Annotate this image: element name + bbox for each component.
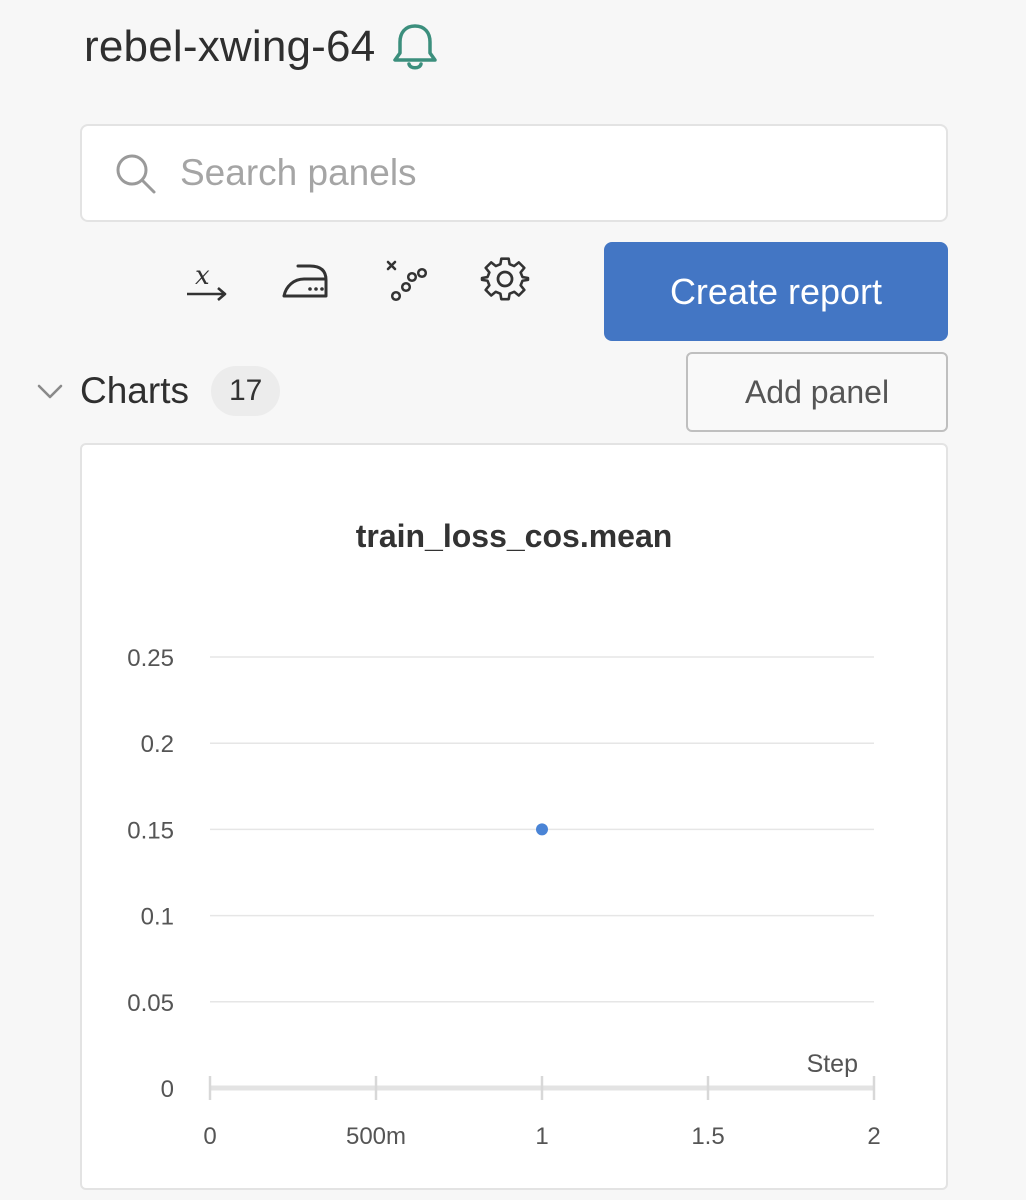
y-tick-label: 0.05 [127, 990, 174, 1017]
run-header: rebel-xwing-64 [84, 20, 441, 74]
add-panel-button[interactable]: Add panel [686, 352, 948, 432]
search-input[interactable] [180, 146, 920, 200]
create-report-button[interactable]: Create report [604, 242, 948, 341]
x-tick-label: 2 [867, 1123, 880, 1150]
y-tick-label: 0.25 [127, 645, 174, 672]
charts-section-header[interactable]: Charts 17 [34, 366, 281, 416]
outlier-scatter-icon[interactable] [380, 256, 430, 306]
panel-count-badge: 17 [210, 366, 281, 416]
search-box [80, 124, 948, 222]
y-tick-label: 0 [161, 1076, 174, 1103]
y-tick-label: 0.2 [141, 731, 174, 758]
search-icon [114, 152, 158, 196]
y-tick-label: 0.1 [141, 904, 174, 931]
x-axis-label: Step [807, 1050, 858, 1078]
chart-svg: train_loss_cos.mean 0 0.05 0.1 0.15 0.2 0.25 0 5… [127, 518, 880, 1150]
svg-text:x: x [195, 261, 210, 291]
smoothing-iron-icon[interactable] [280, 256, 330, 306]
x-tick-label: 1 [535, 1123, 548, 1150]
run-title: rebel-xwing-64 [84, 22, 376, 71]
x-axis-icon[interactable]: x [182, 256, 232, 306]
chevron-down-icon[interactable] [34, 375, 66, 407]
bell-icon[interactable] [389, 20, 441, 74]
section-title: Charts [80, 370, 189, 411]
x-tick-label: 500m [346, 1123, 406, 1150]
chart-panel[interactable]: train_loss_cos.mean 0 0.05 0.1 0.15 0.2 0.25 0 5… [80, 443, 948, 1190]
y-tick-label: 0.15 [127, 817, 174, 844]
x-tick-label: 1.5 [691, 1123, 724, 1150]
x-tick-label: 0 [203, 1123, 216, 1150]
chart-title: train_loss_cos.mean [356, 518, 673, 554]
data-point [536, 823, 548, 836]
gear-icon[interactable] [480, 256, 530, 306]
